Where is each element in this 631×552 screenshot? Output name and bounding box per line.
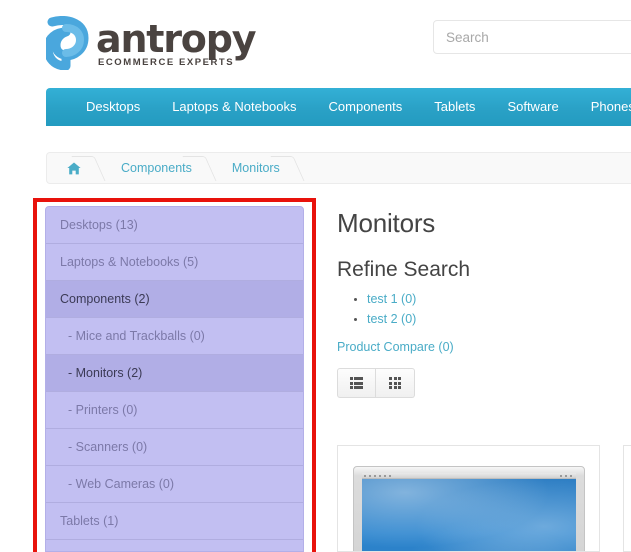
sidebar-item-scanners-0[interactable]: - Scanners (0) [46, 429, 303, 466]
search-input[interactable] [433, 20, 631, 54]
site-header: antropy ECOMMERCE EXPERTS [0, 0, 631, 85]
refine-link-test-2-0[interactable]: test 2 (0) [367, 312, 416, 326]
sidebar-item-laptops-notebooks-5[interactable]: Laptops & Notebooks (5) [46, 244, 303, 281]
sidebar-item-mice-and-trackballs-0[interactable]: - Mice and Trackballs (0) [46, 318, 303, 355]
apple-cinema-display-image [353, 466, 585, 551]
breadcrumb-home[interactable] [47, 152, 99, 184]
sidebar-item-item-9[interactable] [46, 540, 303, 551]
product-grid [337, 445, 631, 552]
main-navigation: Desktops Laptops & Notebooks Components Tab… [46, 88, 631, 126]
list-view-button[interactable] [337, 368, 376, 398]
product-card[interactable] [623, 445, 631, 552]
nav-item-software[interactable]: Software [491, 88, 574, 126]
sidebar-item-monitors-2[interactable]: - Monitors (2) [46, 355, 303, 392]
sidebar-item-components-2[interactable]: Components (2) [46, 281, 303, 318]
refine-list-item: test 1 (0) [367, 290, 631, 308]
product-compare-link[interactable]: Product Compare (0) [337, 340, 631, 354]
nav-item-laptops-notebooks[interactable]: Laptops & Notebooks [156, 88, 312, 126]
logo-tagline: ECOMMERCE EXPERTS [98, 57, 235, 68]
view-toggle-group [337, 368, 631, 398]
home-icon [67, 162, 81, 174]
sidebar-item-desktops-13[interactable]: Desktops (13) [46, 207, 303, 244]
breadcrumb-item-monitors[interactable]: Monitors [210, 152, 298, 184]
sidebar-item-web-cameras-0[interactable]: - Web Cameras (0) [46, 466, 303, 503]
logo-wordmark: antropy [96, 17, 256, 61]
sidebar-item-tablets-1[interactable]: Tablets (1) [46, 503, 303, 540]
refine-search-heading: Refine Search [337, 258, 471, 281]
grid-view-icon [389, 377, 401, 389]
refine-search-list: test 1 (0) test 2 (0) [337, 290, 631, 328]
site-logo[interactable]: antropy ECOMMERCE EXPERTS [46, 16, 256, 70]
page-title: Monitors [337, 208, 436, 238]
refine-list-item: test 2 (0) [367, 310, 631, 328]
product-card[interactable] [337, 445, 600, 552]
nav-item-desktops[interactable]: Desktops [70, 88, 156, 126]
breadcrumb: Components Monitors [46, 152, 631, 184]
nav-item-tablets[interactable]: Tablets [418, 88, 491, 126]
refine-link-test-1-0[interactable]: test 1 (0) [367, 292, 416, 306]
page-root: antropy ECOMMERCE EXPERTS DesktopsLaptop… [0, 0, 631, 552]
nav-item-phones-pdas[interactable]: Phones & PDAs [575, 88, 631, 126]
breadcrumb-item-components[interactable]: Components [99, 152, 210, 184]
grid-view-button[interactable] [376, 368, 415, 398]
nav-item-components[interactable]: Components [313, 88, 419, 126]
main-content: Monitors Refine Search test 1 (0) test 2 … [337, 206, 631, 398]
antropy-a-mark-icon [46, 16, 90, 70]
list-view-icon [349, 377, 364, 389]
category-sidebar: Desktops (13) Laptops & Notebooks (5) Comp… [45, 206, 304, 552]
sidebar-item-printers-0[interactable]: - Printers (0) [46, 392, 303, 429]
